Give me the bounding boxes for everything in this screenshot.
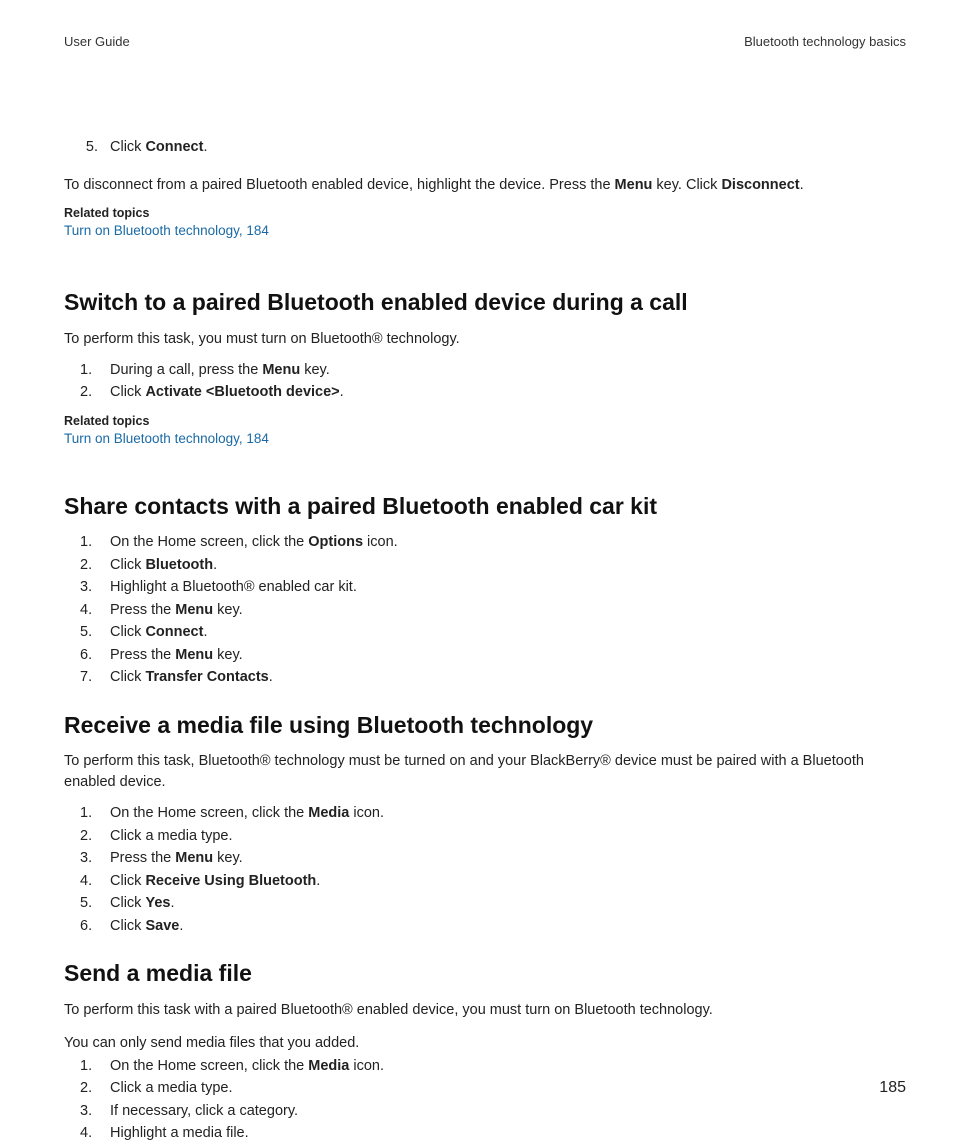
list-item: 2.Click a media type.	[80, 1078, 906, 1099]
related-topics-heading: Related topics	[64, 414, 906, 428]
disconnect-instruction: To disconnect from a paired Bluetooth en…	[64, 175, 906, 196]
section-title-switch: Switch to a paired Bluetooth enabled dev…	[64, 288, 906, 317]
list-item: 1.On the Home screen, click the Media ic…	[80, 803, 906, 824]
list-item: 1.During a call, press the Menu key.	[80, 360, 906, 381]
header-right: Bluetooth technology basics	[744, 34, 906, 49]
list-item: 5.Click Yes.	[80, 893, 906, 914]
section-title-share: Share contacts with a paired Bluetooth e…	[64, 492, 906, 521]
list-item: 7.Click Transfer Contacts.	[80, 667, 906, 688]
list-item: 5.Click Connect.	[80, 622, 906, 643]
list-item: 2.Click a media type.	[80, 826, 906, 847]
list-item: 6.Press the Menu key.	[80, 645, 906, 666]
section-title-send: Send a media file	[64, 959, 906, 988]
switch-steps: 1.During a call, press the Menu key. 2.C…	[64, 360, 906, 404]
share-steps: 1.On the Home screen, click the Options …	[64, 532, 906, 688]
list-item: 4.Click Receive Using Bluetooth.	[80, 871, 906, 892]
send-steps: 1.On the Home screen, click the Media ic…	[64, 1056, 906, 1145]
list-item: 4.Highlight a media file.	[80, 1123, 906, 1144]
list-item: 2.Click Activate <Bluetooth device>.	[80, 382, 906, 403]
step-number: 5.	[80, 139, 110, 155]
related-topics-heading: Related topics	[64, 206, 906, 220]
section-send-para1: To perform this task with a paired Bluet…	[64, 1000, 906, 1021]
list-item: 6.Click Save.	[80, 916, 906, 937]
step-text: Click Connect.	[110, 139, 207, 155]
list-item: 4.Press the Menu key.	[80, 600, 906, 621]
list-item: 3.If necessary, click a category.	[80, 1101, 906, 1122]
page-number: 185	[879, 1079, 906, 1097]
list-item: 3.Highlight a Bluetooth® enabled car kit…	[80, 577, 906, 598]
section-title-receive: Receive a media file using Bluetooth tec…	[64, 711, 906, 740]
page-header: User Guide Bluetooth technology basics	[64, 34, 906, 49]
section-receive-para: To perform this task, Bluetooth® technol…	[64, 751, 906, 793]
list-item: 1.On the Home screen, click the Media ic…	[80, 1056, 906, 1077]
header-left: User Guide	[64, 34, 130, 49]
list-item: 3.Press the Menu key.	[80, 848, 906, 869]
receive-steps: 1.On the Home screen, click the Media ic…	[64, 803, 906, 937]
related-link-bluetooth[interactable]: Turn on Bluetooth technology, 184	[64, 223, 269, 238]
intro-step-5: 5. Click Connect.	[64, 139, 906, 155]
list-item: 2.Click Bluetooth.	[80, 555, 906, 576]
section-send-para2: You can only send media files that you a…	[64, 1033, 906, 1054]
related-link-bluetooth[interactable]: Turn on Bluetooth technology, 184	[64, 431, 269, 446]
list-item: 1.On the Home screen, click the Options …	[80, 532, 906, 553]
section-switch-para: To perform this task, you must turn on B…	[64, 329, 906, 350]
